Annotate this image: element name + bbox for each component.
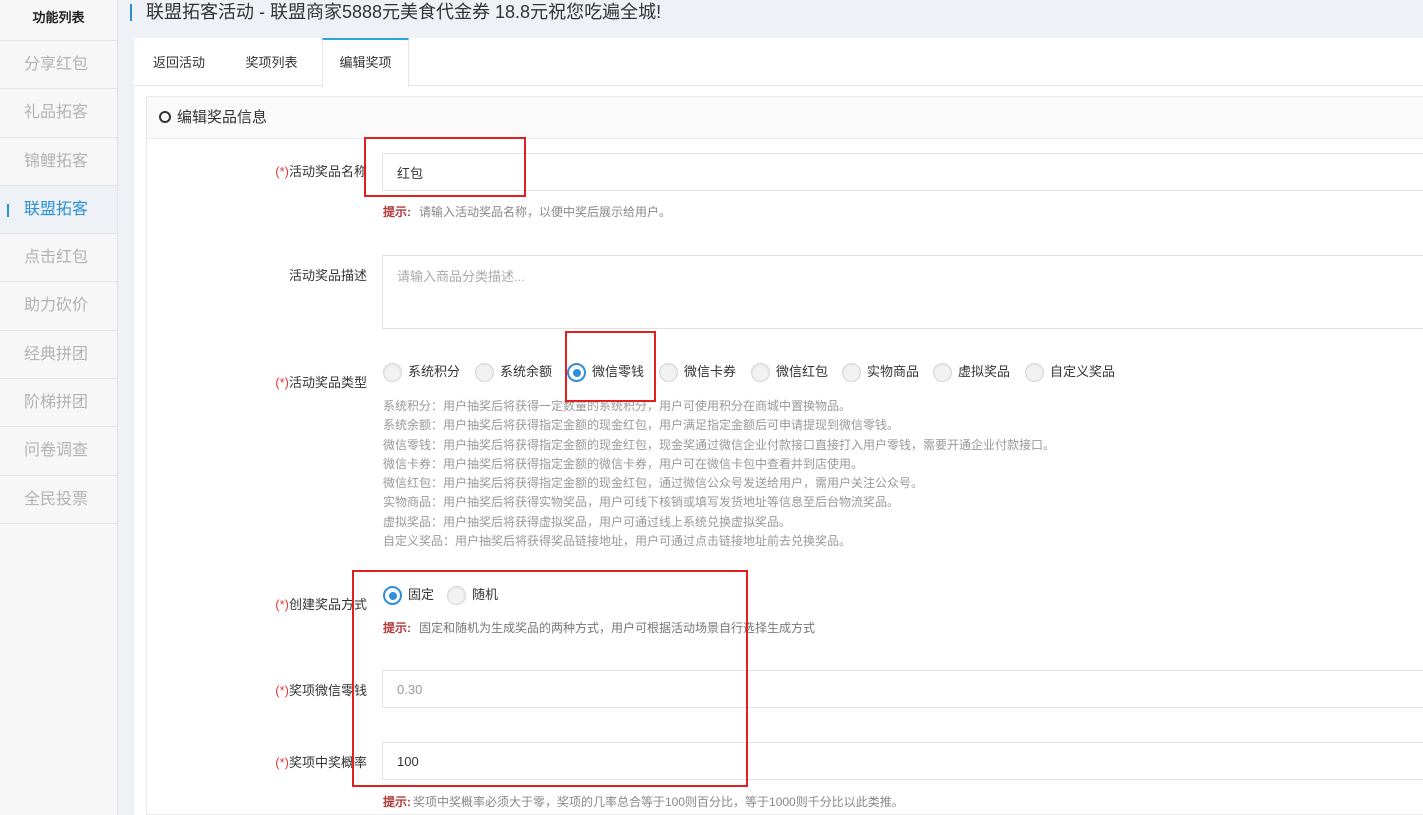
prize-type-descriptions: 系统积分：用户抽奖后将获得一定数量的系统积分，用户可使用积分在商城中置换物品。 … (383, 399, 1056, 549)
tab-back-to-activity[interactable]: 返回活动 (134, 38, 224, 86)
required-mark: (*) (275, 375, 289, 390)
radio-dot (751, 363, 770, 383)
sidebar-item-label: 阶梯拼团 (24, 394, 89, 412)
radio-system-points[interactable]: 系统积分 (383, 362, 460, 383)
create-method-hint: 提示: 固定和随机为生成奖品的两种方式，用户可根据活动场景自行选择生成方式 (383, 621, 816, 635)
prize-name-label: (*)活动奖品名称 (275, 164, 367, 179)
probability-label: (*)奖项中奖概率 (275, 755, 367, 770)
sidebar-item-label: 助力砍价 (24, 297, 89, 315)
radio-dot-selected (567, 363, 586, 383)
sidebar-item-vote[interactable]: 全民投票 (0, 476, 117, 524)
page-header: 联盟拓客活动 - 联盟商家5888元美食代金券 18.8元祝您吃遍全城! (130, 0, 1423, 28)
required-mark: (*) (275, 164, 289, 179)
radio-dot (1025, 363, 1044, 383)
prize-type-label: (*)活动奖品类型 (275, 375, 367, 390)
sidebar-item-label: 全民投票 (24, 490, 89, 508)
radio-system-balance[interactable]: 系统余额 (475, 362, 552, 383)
required-mark: (*) (275, 597, 289, 612)
radio-dot (447, 586, 466, 606)
sidebar-item-label: 分享红包 (24, 56, 89, 73)
radio-dot (933, 363, 952, 383)
radio-dot (383, 363, 402, 383)
sidebar-title: 功能列表 (0, 0, 117, 41)
create-method-label: (*)创建奖品方式 (275, 597, 367, 612)
sidebar-item-survey[interactable]: 问卷调查 (0, 427, 117, 476)
sidebar-item-share-redpacket[interactable]: 分享红包 (0, 41, 117, 90)
header-accent-bar (130, 4, 132, 21)
radio-dot (842, 363, 861, 383)
prize-name-hint: 提示: 请输入活动奖品名称，以便中奖后展示给用户。 (383, 205, 672, 219)
sidebar-item-label: 锦鲤拓客 (24, 152, 89, 170)
sidebar-item-label: 经典拼团 (24, 345, 89, 363)
probability-hint: 提示: 奖项中奖概率必须大于零，奖项的几率总合等于100则百分比，等于1000则千… (383, 795, 904, 809)
radio-dot-selected (383, 586, 402, 606)
sidebar-item-bargain[interactable]: 助力砍价 (0, 282, 117, 331)
radio-virtual-prize[interactable]: 虚拟奖品 (933, 362, 1010, 383)
prize-desc-textarea[interactable] (382, 255, 1423, 329)
edit-prize-section: 编辑奖品信息 (*)活动奖品名称 提示:请输入活动奖品名称，以便中奖后展示给用户… (146, 96, 1423, 815)
section-title: 编辑奖品信息 (177, 109, 268, 126)
sidebar-item-group-buy[interactable]: 经典拼团 (0, 331, 117, 380)
radio-random[interactable]: 随机 (447, 585, 498, 606)
sidebar-item-koi[interactable]: 锦鲤拓客 (0, 138, 117, 186)
radio-physical-goods[interactable]: 实物商品 (842, 362, 919, 383)
prize-desc-label: 活动奖品描述 (288, 268, 367, 283)
required-mark: (*) (275, 755, 289, 770)
radio-dot (659, 363, 678, 383)
prize-name-input[interactable] (382, 153, 1423, 191)
main-panel: 返回活动 奖项列表 编辑奖项 编辑奖品信息 (*)活动奖品名称 提示:请输入活动… (134, 38, 1423, 815)
sidebar-item-label: 点击红包 (24, 249, 89, 267)
sidebar-item-click-redpacket[interactable]: 点击红包 (0, 234, 117, 283)
radio-fixed[interactable]: 固定 (383, 585, 434, 606)
amount-label: (*)奖项微信零钱 (275, 683, 367, 698)
circle-icon (159, 111, 171, 123)
sidebar-item-tiered-group[interactable]: 阶梯拼团 (0, 379, 117, 428)
amount-input[interactable] (382, 670, 1423, 708)
tab-edit-prize[interactable]: 编辑奖项 (322, 38, 409, 87)
required-mark: (*) (275, 683, 289, 698)
probability-input[interactable] (382, 742, 1423, 780)
radio-custom-prize[interactable]: 自定义奖品 (1025, 362, 1115, 383)
sidebar-item-label: 礼品拓客 (24, 104, 89, 122)
radio-wechat-redpacket[interactable]: 微信红包 (751, 362, 828, 383)
sidebar-item-label: 联盟拓客 (24, 200, 89, 218)
tab-prize-list[interactable]: 奖项列表 (229, 38, 314, 86)
section-header: 编辑奖品信息 (147, 97, 1423, 139)
sidebar-item-alliance[interactable]: 联盟拓客 (0, 185, 117, 235)
sidebar-item-label: 问卷调查 (24, 442, 89, 460)
page-title: 联盟拓客活动 - 联盟商家5888元美食代金券 18.8元祝您吃遍全城! (146, 2, 662, 22)
active-indicator (7, 203, 9, 217)
sidebar: 功能列表 分享红包 礼品拓客 锦鲤拓客 联盟拓客 点击红包 助力砍价 经典拼团 … (0, 0, 118, 815)
sidebar-item-gift[interactable]: 礼品拓客 (0, 89, 117, 138)
tab-bar: 返回活动 奖项列表 编辑奖项 (134, 38, 1423, 87)
radio-wechat-change[interactable]: 微信零钱 (567, 362, 644, 383)
radio-dot (475, 363, 494, 383)
radio-wechat-card[interactable]: 微信卡券 (659, 362, 736, 383)
